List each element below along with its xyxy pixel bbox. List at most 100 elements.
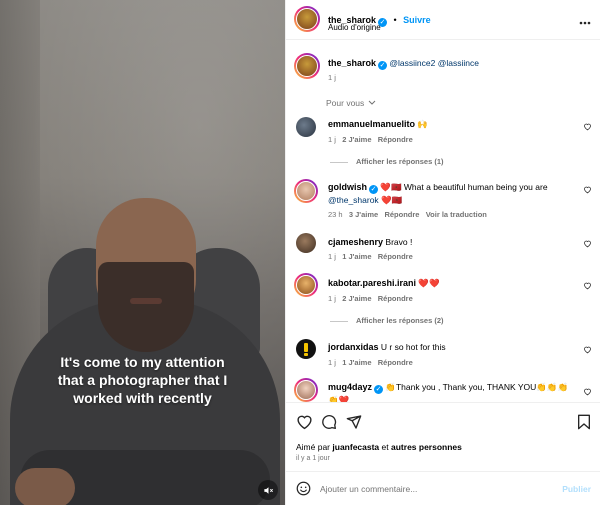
comment-time: 1 j bbox=[328, 135, 336, 144]
translate-button[interactable]: Voir la traduction bbox=[426, 210, 487, 219]
avatar[interactable] bbox=[296, 233, 316, 253]
comment-time: 23 h bbox=[328, 210, 343, 219]
comment-likes[interactable]: 1 J'aime bbox=[342, 358, 371, 367]
comment-author[interactable]: kabotar.pareshi.irani bbox=[328, 278, 416, 288]
avatar[interactable] bbox=[294, 53, 320, 79]
video-caption-line: It's come to my attention bbox=[60, 354, 225, 370]
heart-outline-icon bbox=[584, 282, 591, 290]
comment-row: emmanuelmanuelito 🙌 bbox=[328, 118, 578, 130]
video-caption: It's come to my attention that a photogr… bbox=[0, 353, 285, 407]
speaker-muted-icon bbox=[263, 486, 273, 494]
comment-time: 1 j bbox=[328, 294, 336, 303]
replies-divider bbox=[330, 320, 348, 322]
comment-like-button[interactable] bbox=[583, 345, 592, 356]
comment-like-button[interactable] bbox=[583, 122, 592, 133]
likes-prefix: Aimé par bbox=[296, 442, 331, 452]
comment-meta: 1 j 1 J'aime Répondre bbox=[328, 252, 413, 261]
save-button[interactable] bbox=[577, 414, 591, 435]
comment-input[interactable] bbox=[320, 481, 540, 497]
likes-conj: et bbox=[381, 442, 389, 452]
like-button[interactable] bbox=[296, 414, 313, 435]
comment-icon bbox=[322, 415, 337, 429]
liked-by-user[interactable]: juanfecasta bbox=[332, 442, 379, 452]
share-button[interactable] bbox=[346, 414, 362, 435]
comment-like-button[interactable] bbox=[583, 387, 592, 398]
avatar[interactable] bbox=[296, 339, 316, 359]
sort-dropdown[interactable]: Pour vous bbox=[326, 98, 376, 108]
reply-button[interactable]: Répondre bbox=[378, 294, 413, 303]
emoji-button[interactable] bbox=[296, 481, 311, 501]
view-replies-button[interactable]: Afficher les réponses (2) bbox=[330, 316, 444, 325]
publish-button[interactable]: Publier bbox=[562, 484, 591, 494]
heart-outline-icon bbox=[584, 388, 591, 396]
likes-line: Aimé par juanfecasta et autres personnes bbox=[296, 442, 462, 452]
share-icon bbox=[346, 415, 362, 429]
comment-author[interactable]: emmanuelmanuelito bbox=[328, 119, 415, 129]
bookmark-icon bbox=[578, 414, 590, 430]
reply-button[interactable]: Répondre bbox=[378, 135, 413, 144]
chevron-down-icon bbox=[368, 100, 376, 105]
comment-text: 🙌 bbox=[417, 119, 428, 129]
view-replies-button[interactable]: Afficher les réponses (1) bbox=[330, 157, 444, 166]
comment-likes[interactable]: 3 J'aime bbox=[349, 210, 378, 219]
replies-divider bbox=[330, 161, 348, 163]
comment-author[interactable]: jordanxidas bbox=[328, 342, 379, 352]
comment-likes[interactable]: 1 J'aime bbox=[342, 252, 371, 261]
comment-time: 1 j bbox=[328, 252, 336, 261]
audio-label[interactable]: Audio d'origine bbox=[328, 23, 381, 32]
verified-icon: ✓ bbox=[378, 61, 388, 70]
comment-meta: 1 j 2 J'aime Répondre bbox=[328, 135, 413, 144]
comment-mention[interactable]: @the_sharok bbox=[328, 195, 379, 205]
view-replies-label: Afficher les réponses (1) bbox=[356, 157, 444, 166]
avatar[interactable] bbox=[296, 117, 316, 137]
comment-time: 1 j bbox=[328, 358, 336, 367]
comment-text[interactable]: @lassiince2 @lassiince bbox=[389, 58, 479, 68]
comment-like-button[interactable] bbox=[583, 281, 592, 292]
more-options-button[interactable] bbox=[579, 12, 591, 30]
avatar[interactable] bbox=[294, 378, 318, 402]
video-person-hand bbox=[15, 468, 75, 505]
verified-icon: ✓ bbox=[369, 185, 378, 194]
comment-like-button[interactable] bbox=[583, 239, 592, 250]
liked-by-others[interactable]: autres personnes bbox=[391, 442, 462, 452]
comment-text: U r so hot for this bbox=[380, 342, 446, 352]
comment-row: kabotar.pareshi.irani ❤️❤️ bbox=[328, 277, 568, 289]
mute-button[interactable] bbox=[258, 480, 278, 500]
comment-row: cjameshenry Bravo ! bbox=[328, 236, 568, 248]
verified-icon: ✓ bbox=[374, 385, 384, 394]
emoji-icon bbox=[296, 481, 311, 496]
comment-author[interactable]: cjameshenry bbox=[328, 237, 383, 247]
reel-video[interactable]: It's come to my attention that a photogr… bbox=[0, 0, 285, 505]
comment-text: ❤️❤️ bbox=[418, 278, 440, 288]
post-time[interactable]: il y a 1 jour bbox=[296, 455, 330, 462]
follow-button[interactable]: Suivre bbox=[403, 15, 431, 25]
video-person-mouth bbox=[130, 298, 162, 304]
post-header: the_sharok ✓ • Suivre Audio d'origine bbox=[286, 0, 600, 40]
comment-likes[interactable]: 2 J'aime bbox=[342, 294, 371, 303]
comment-text: Bravo ! bbox=[385, 237, 413, 247]
video-caption-line: that a photographer that I bbox=[57, 372, 228, 388]
comments-panel: the_sharok ✓ • Suivre Audio d'origine the… bbox=[285, 0, 600, 505]
reply-button[interactable]: Répondre bbox=[378, 358, 413, 367]
avatar[interactable] bbox=[294, 6, 320, 32]
view-replies-label: Afficher les réponses (2) bbox=[356, 316, 444, 325]
reply-button[interactable]: Répondre bbox=[378, 252, 413, 261]
reply-button[interactable]: Répondre bbox=[384, 210, 419, 219]
video-caption-line: worked with recently bbox=[73, 390, 212, 406]
heart-outline-icon bbox=[584, 186, 591, 194]
comment-likes[interactable]: 2 J'aime bbox=[342, 135, 371, 144]
comment-like-button[interactable] bbox=[583, 185, 592, 196]
comment-button[interactable] bbox=[321, 414, 337, 435]
comment-author[interactable]: the_sharok bbox=[328, 58, 376, 68]
more-horizontal-icon bbox=[579, 21, 591, 25]
comment-meta: 1 j 2 J'aime Répondre bbox=[328, 294, 413, 303]
add-comment-bar: Publier bbox=[286, 471, 600, 505]
heart-icon bbox=[297, 415, 312, 430]
comment-time: 1 j bbox=[328, 73, 336, 82]
caption-comment: the_sharok ✓ @lassiince2 @lassiince bbox=[328, 57, 588, 70]
avatar[interactable] bbox=[294, 273, 318, 297]
avatar[interactable] bbox=[294, 179, 318, 203]
comment-author[interactable]: goldwish bbox=[328, 182, 367, 192]
comment-meta: 1 j 1 J'aime Répondre bbox=[328, 358, 413, 367]
comment-author[interactable]: mug4dayz bbox=[328, 382, 372, 392]
